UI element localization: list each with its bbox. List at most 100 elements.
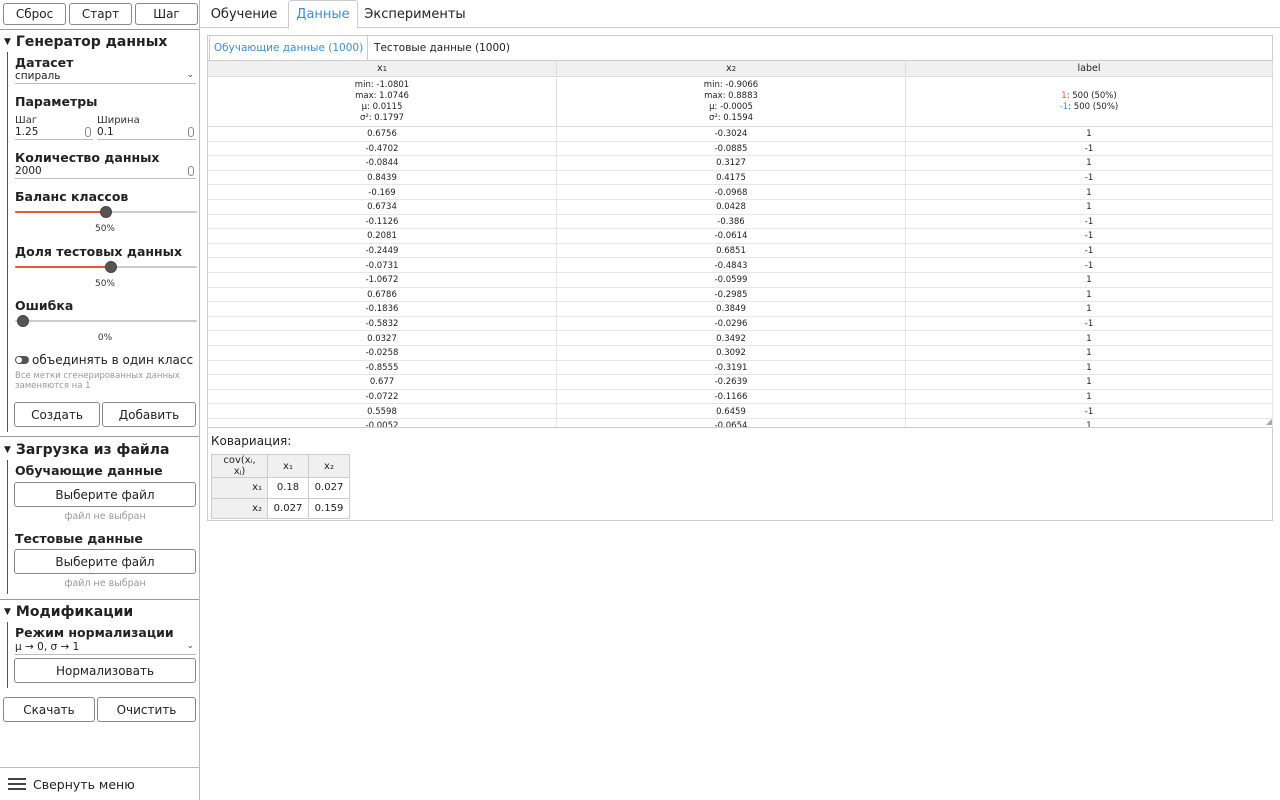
test-file-button[interactable]: Выберите файл [14,549,196,574]
upload-section-header[interactable]: ▼ Загрузка из файла [0,441,199,459]
table-cell: 0.6851 [557,243,906,259]
table-row: -0.1126 -0.386 -1 [208,214,1273,230]
tab-data[interactable]: Данные [288,0,358,29]
width-input[interactable]: 0.1 [97,126,196,140]
start-button[interactable]: Старт [69,3,132,25]
subtab-train-data[interactable]: Обучающие данные (1000) [209,35,368,61]
test-upload-label: Тестовые данные [15,531,143,546]
stat-positive: 1: 500 (50%) [906,91,1272,102]
balance-label: Баланс классов [15,189,129,204]
table-cell: 0.3127 [557,156,906,171]
stats-x1: min: -1.0801 max: 1.0746 μ: 0.0115 σ²: 0… [208,78,557,127]
section-title: Модификации [15,604,134,620]
spinner-icon[interactable] [188,127,194,137]
table-cell: 0.6734 [208,200,557,215]
reset-button[interactable]: Сброс [3,3,66,25]
table-cell: -0.2985 [557,287,906,303]
tab-experiments[interactable]: Эксперименты [364,0,466,28]
slider-knob[interactable] [105,261,117,273]
table-cell: -0.0885 [557,141,906,157]
step-button[interactable]: Шаг [135,3,198,25]
table-cell: -1 [906,141,1273,157]
table-row: -0.0844 0.3127 1 [208,156,1273,171]
merge-toggle[interactable] [15,356,29,364]
add-button[interactable]: Добавить [102,402,196,427]
download-button[interactable]: Скачать [3,697,95,722]
data-table[interactable]: x1 x2 label min: -1.0801 max: 1.0746 μ: … [208,60,1273,428]
section-line [7,460,8,594]
table-row: 0.677 -0.2639 1 [208,375,1273,390]
table-cell: -0.8555 [208,360,557,376]
slider-knob[interactable] [100,206,112,218]
step-input[interactable]: 1.25 [15,126,93,140]
resize-handle-icon[interactable]: ◢ [1266,417,1272,426]
modifications-section-header[interactable]: ▼ Модификации [0,603,199,621]
table-cell: 1 [906,302,1273,317]
column-header-x1[interactable]: x1 [208,61,557,77]
dataset-select[interactable]: спираль ⌄ [15,70,196,84]
create-button[interactable]: Создать [14,402,100,427]
table-cell: 0.3849 [557,302,906,317]
norm-mode-label: Режим нормализации [15,625,174,640]
table-cell: -1 [906,243,1273,259]
dataset-value: спираль [15,70,61,82]
chevron-down-icon: ⌄ [186,70,194,80]
table-cell: -0.5832 [208,316,557,332]
error-slider[interactable] [15,315,197,327]
collapse-menu-button[interactable]: Свернуть меню [0,767,199,800]
table-row: 0.6734 0.0428 1 [208,200,1273,215]
balance-slider[interactable] [15,206,197,218]
count-input[interactable]: 2000 [15,165,196,179]
subtab-test-data[interactable]: Тестовые данные (1000) [368,36,516,60]
table-cell: -1 [906,316,1273,332]
slider-fill [15,266,111,268]
table-row: 0.6756 -0.3024 1 [208,127,1273,142]
table-cell: -1 [906,258,1273,273]
table-cell: -0.0654 [557,419,906,427]
train-file-button[interactable]: Выберите файл [14,482,196,507]
table-cell: -0.2449 [208,243,557,259]
column-header-x2[interactable]: x2 [557,61,906,77]
cov-row-x2: x₂ [211,497,268,519]
clear-button[interactable]: Очистить [97,697,196,722]
table-cell: -1 [906,229,1273,244]
table-cell: 1 [906,185,1273,200]
normalize-button[interactable]: Нормализовать [14,658,196,683]
table-row: -0.0722 -0.1166 1 [208,389,1273,405]
table-cell: 0.677 [208,375,557,390]
table-cell: -0.1836 [208,302,557,317]
cov-corner: cov(xᵢ, xⱼ) [211,454,268,478]
test-share-slider[interactable] [15,261,197,273]
table-row: 0.8439 0.4175 -1 [208,170,1273,186]
collapse-menu-label: Свернуть меню [33,776,135,792]
table-cell: -0.386 [557,214,906,230]
cov-row-x1: x₁ [211,477,268,499]
table-cell: 1 [906,200,1273,215]
norm-mode-select[interactable]: μ → 0, σ → 1 ⌄ [15,641,196,655]
merge-label: объединять в один класс [32,353,194,367]
collapse-triangle-icon: ▼ [4,37,11,47]
header-sub: 2 [731,64,737,73]
table-cell: -1 [906,214,1273,230]
table-cell: -0.3191 [557,360,906,376]
spinner-icon[interactable] [85,127,91,137]
tab-training[interactable]: Обучение [206,0,282,28]
stat-mean: μ: -0.0005 [709,102,753,112]
table-row: 0.2081 -0.0614 -1 [208,229,1273,244]
cov-cell: 0.027 [267,497,309,519]
table-cell: -0.3024 [557,127,906,142]
slider-knob[interactable] [17,315,29,327]
table-cell: -0.0258 [208,346,557,361]
width-param-label: Ширина [97,115,140,126]
divider [0,436,199,437]
cov-cell: 0.027 [308,477,350,499]
table-row: -0.1836 0.3849 1 [208,302,1273,317]
sidebar: Сброс Старт Шаг ▼ Генератор данных Датас… [0,0,200,800]
table-cell: 0.4175 [557,170,906,186]
table-cell: 0.5598 [208,404,557,419]
generator-section-header[interactable]: ▼ Генератор данных [0,33,199,51]
collapse-triangle-icon: ▼ [4,607,11,617]
params-label: Параметры [15,94,98,109]
column-header-label[interactable]: label [906,61,1273,77]
spinner-icon[interactable] [188,166,194,176]
